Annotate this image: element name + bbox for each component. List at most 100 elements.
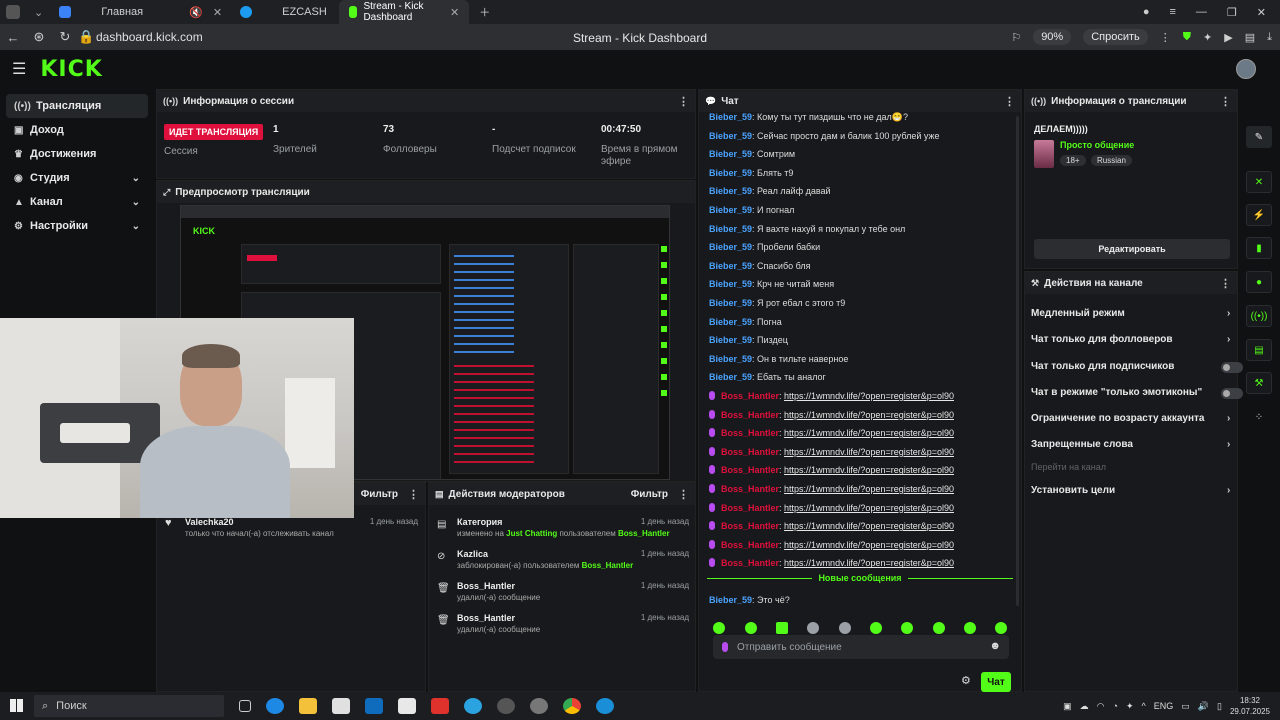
chat-link[interactable]: https://1wmndv.life/?open=register&p=ol9… [784, 484, 954, 494]
channel-action-set-goals[interactable]: Установить цели › [1031, 485, 1230, 496]
wifi-icon[interactable]: ◠ [1097, 701, 1105, 712]
tab-kick-dashboard[interactable]: Stream - Kick Dashboard ✕ [339, 0, 470, 24]
maximize-icon[interactable]: ❐ [1227, 6, 1237, 19]
sidebar-item-settings[interactable]: ⚙ Настройки ⌄ [6, 214, 148, 238]
sidebar-item-stream[interactable]: ((•)) Трансляция [6, 94, 148, 118]
emote-icon[interactable] [870, 622, 882, 634]
language-indicator[interactable]: ENG [1154, 701, 1174, 711]
category-thumbnail[interactable] [1034, 140, 1054, 168]
channel-action-slow-mode[interactable]: Медленный режим › [1031, 308, 1230, 319]
menu-icon[interactable]: ≡ [1169, 6, 1175, 19]
zoom-indicator[interactable]: 90% [1033, 29, 1072, 45]
rail-chat-icon[interactable]: ● [1246, 271, 1272, 293]
rail-document-icon[interactable]: ▮ [1246, 237, 1272, 259]
channel-action-emotes-only[interactable]: Чат в режиме "только эмотиконы" [1031, 387, 1243, 399]
filter-button[interactable]: Фильтр [631, 489, 668, 500]
rail-close-icon[interactable]: ✕ [1246, 171, 1272, 193]
category-link[interactable]: Просто общение [1060, 140, 1134, 150]
chat-scrollbar[interactable] [1016, 116, 1019, 606]
explorer-icon[interactable] [299, 698, 317, 714]
chat-link[interactable]: https://1wmndv.life/?open=register&p=ol9… [784, 391, 954, 401]
url-field[interactable]: dashboard.kick.com [96, 30, 203, 44]
sidebar-item-income[interactable]: ▣ Доход [6, 118, 148, 142]
rail-wrench-icon[interactable]: ⚒ [1246, 372, 1272, 394]
taskbar-search[interactable]: ⌕ Поиск [34, 695, 224, 717]
chat-link[interactable]: https://1wmndv.life/?open=register&p=ol9… [784, 428, 954, 438]
filter-button[interactable]: Фильтр [361, 489, 398, 500]
more-icon[interactable]: ⋮ [1160, 31, 1171, 44]
kebab-icon[interactable]: ⋮ [1220, 277, 1231, 290]
download-icon[interactable]: ⤓ [1267, 31, 1272, 44]
reload-icon[interactable]: ↻ [52, 29, 78, 45]
tab-ezcash[interactable]: 🔇 ✕ EZCASH [179, 0, 339, 24]
telegram-icon[interactable] [464, 698, 482, 714]
ask-button[interactable]: Спросить [1083, 29, 1148, 45]
emote-icon[interactable] [995, 622, 1007, 634]
channel-action-banned-words[interactable]: Запрещенные слова › [1031, 439, 1230, 450]
app-icon[interactable] [596, 698, 614, 714]
media-icon[interactable]: ▶ [1224, 31, 1232, 44]
extensions-icon[interactable]: ✦ [1203, 31, 1212, 44]
task-view-icon[interactable] [239, 700, 251, 712]
chrome-icon[interactable] [563, 698, 581, 714]
edit-button[interactable]: Редактировать [1034, 239, 1230, 259]
close-icon[interactable]: ✕ [213, 6, 222, 19]
rail-apps-icon[interactable]: ⁘ [1246, 406, 1272, 428]
edge-icon[interactable] [266, 698, 284, 714]
tray-icon[interactable]: ◔ [1113, 701, 1118, 711]
kebab-icon[interactable]: ⋮ [678, 488, 689, 501]
chat-input[interactable]: Отправить сообщение ☻ [713, 635, 1009, 659]
vpn-icon[interactable]: ⛊ [1183, 31, 1191, 44]
emote-icon[interactable] [901, 622, 913, 634]
emote-icon[interactable] [933, 622, 945, 634]
user-avatar[interactable] [1236, 59, 1256, 79]
emote-icon[interactable] [807, 622, 819, 634]
chat-settings-gear-icon[interactable]: ⚙ [961, 674, 971, 687]
outlook-icon[interactable] [365, 698, 383, 714]
chat-link[interactable]: https://1wmndv.life/?open=register&p=ol9… [784, 521, 954, 531]
yandex-browser-icon[interactable] [431, 698, 449, 714]
channel-action-account-age[interactable]: Ограничение по возрасту аккаунта › [1031, 413, 1230, 424]
toggle-switch[interactable] [1221, 362, 1243, 373]
battery-icon[interactable]: ▯ [1217, 701, 1222, 712]
chevron-up-icon[interactable]: ^ [1142, 701, 1146, 711]
emote-icon[interactable] [964, 622, 976, 634]
emote-icon[interactable] [776, 622, 788, 634]
shield-icon[interactable]: ⊛ [26, 29, 52, 45]
emote-icon[interactable] [713, 622, 725, 634]
channel-action-go-to-channel[interactable]: Перейти на канал [1031, 462, 1106, 472]
rail-edit-icon[interactable]: ✎ [1246, 126, 1272, 148]
chat-link[interactable]: https://1wmndv.life/?open=register&p=ol9… [784, 410, 954, 420]
kick-logo[interactable]: KICK [40, 57, 102, 82]
sidebar-item-studio[interactable]: ◉ Студия ⌄ [6, 166, 148, 190]
tray-icon[interactable]: ▣ [1063, 701, 1072, 712]
kebab-icon[interactable]: ⋮ [1004, 95, 1015, 108]
back-arrow-icon[interactable]: ← [0, 30, 26, 45]
channel-action-followers-only[interactable]: Чат только для фолловеров › [1031, 334, 1230, 345]
mute-icon[interactable]: 🔇 [189, 6, 203, 19]
close-icon[interactable]: ✕ [450, 6, 459, 19]
bookmark-icon[interactable]: ⚐ [1011, 31, 1021, 44]
emote-icon[interactable] [839, 622, 851, 634]
tab-home[interactable]: Главная [49, 0, 179, 24]
profile-icon[interactable]: ● [1143, 6, 1150, 19]
app-icon[interactable] [398, 698, 416, 714]
emote-icon[interactable] [745, 622, 757, 634]
new-messages-divider[interactable]: Новые сообщения [707, 573, 1013, 591]
kebab-icon[interactable]: ⋮ [1220, 95, 1231, 108]
chat-link[interactable]: https://1wmndv.life/?open=register&p=ol9… [784, 447, 954, 457]
steam-icon[interactable] [530, 698, 548, 714]
close-window-icon[interactable]: ✕ [1257, 6, 1266, 19]
tray-icon[interactable]: ☁ [1080, 701, 1089, 712]
browser-menu-button[interactable]: ⌄ [0, 0, 49, 24]
sidebar-icon[interactable]: ▤ [1245, 31, 1255, 44]
emoji-picker-icon[interactable]: ☻ [989, 640, 1001, 652]
chat-link[interactable]: https://1wmndv.life/?open=register&p=ol9… [784, 503, 954, 513]
kebab-icon[interactable]: ⋮ [408, 488, 419, 501]
minimize-icon[interactable]: — [1196, 6, 1207, 19]
volume-icon[interactable]: 🔊 [1198, 701, 1209, 712]
display-icon[interactable]: ▭ [1181, 701, 1190, 712]
channel-action-subscribers-only[interactable]: Чат только для подписчиков [1031, 361, 1243, 373]
toggle-switch[interactable] [1221, 388, 1243, 399]
rail-list-icon[interactable]: ▤ [1246, 339, 1272, 361]
